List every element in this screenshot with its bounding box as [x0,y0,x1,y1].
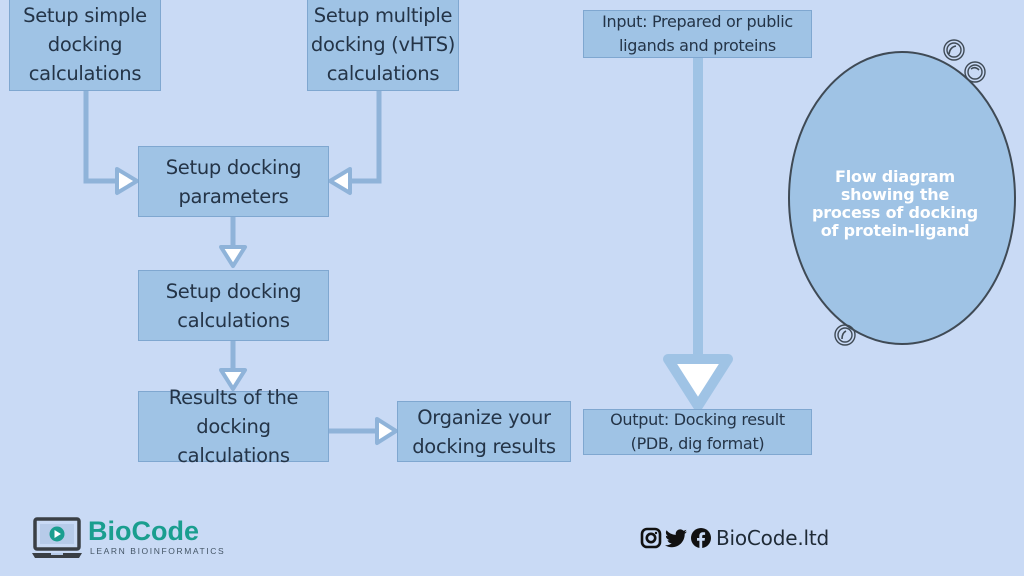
node-line: Setup docking [165,155,302,179]
social-handle[interactable]: BioCode.ltd [716,526,829,550]
node-line: docking [47,33,123,56]
node-setup-docking-parameters: Setup docking parameters [138,146,329,217]
node-results-of-docking: Results of the docking calculations [138,386,329,467]
node-line: Setup simple [23,4,147,27]
node-line: Output: Docking result [610,410,785,429]
node-line: (PDB, dig format) [630,434,765,453]
node-organize-results: Organize your docking results [397,401,571,462]
node-setup-docking-calculations: Setup docking calculations [138,270,329,341]
node-line: Organize your [417,405,551,429]
node-line: Setup docking [165,279,302,303]
oval-title-line: Flow diagram [835,167,955,186]
connector-simple-to-parameters [83,91,118,184]
node-line: docking (vHTS) [310,33,456,56]
twitter-icon[interactable] [664,527,688,549]
node-input: Input: Prepared or public ligands and pro… [583,10,812,58]
node-line: calculations [177,308,290,332]
node-line: Setup multiple [313,4,453,27]
arrowhead-down-large [663,354,733,411]
node-line: parameters [178,184,289,208]
arrowhead-right [115,167,139,195]
logo-wordmark: BioCode [88,516,199,546]
connector-multiple-to-parameters [350,91,382,184]
logo-tagline: LEARN BIOINFORMATICS [90,546,226,556]
node-line: Results of the [168,386,299,409]
node-setup-simple-docking: Setup simple docking calculations [9,0,161,91]
facebook-icon[interactable] [690,527,712,549]
oval-title: Flow diagram showing the process of dock… [800,168,990,240]
node-setup-multiple-docking: Setup multiple docking (vHTS) calculations [307,0,459,91]
oval-title-line: of protein-ligand [820,221,970,240]
arrowhead-left [328,167,352,195]
node-line: calculations [28,62,142,85]
oval-title-line: showing the [840,185,950,204]
node-line: calculations [326,62,440,85]
instagram-icon[interactable] [640,527,662,549]
node-line: docking calculations [177,415,290,467]
arrowhead-right [375,417,398,445]
node-line: ligands and proteins [619,36,776,55]
node-output: Output: Docking result (PDB, dig format) [583,409,812,455]
arrowhead-down [219,245,247,268]
social-links: BioCode.ltd [640,525,829,551]
node-line: Input: Prepared or public [602,12,793,31]
oval-title-line: process of docking [811,203,979,222]
node-line: docking results [412,434,556,458]
